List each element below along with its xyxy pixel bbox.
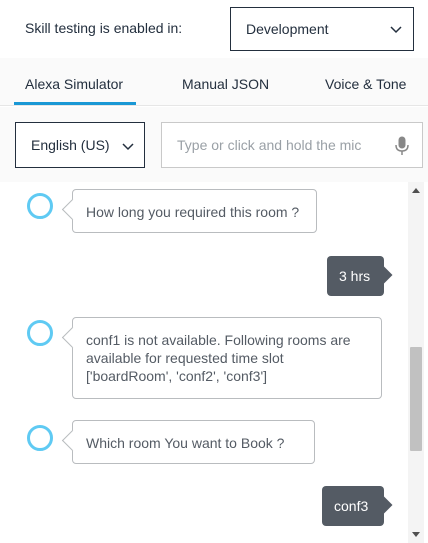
user-message-text: conf3 <box>334 498 369 514</box>
active-tab-indicator <box>14 102 136 105</box>
alexa-ring-icon <box>27 425 53 451</box>
microphone-icon[interactable] <box>395 136 409 156</box>
environment-value: Development <box>246 21 329 37</box>
language-value: English (US) <box>31 137 110 153</box>
tab-manual-json[interactable]: Manual JSON <box>182 76 269 92</box>
language-select[interactable]: English (US) <box>15 122 145 168</box>
user-message: conf3 <box>322 486 384 526</box>
tab-voice-and-tone[interactable]: Voice & Tone <box>325 76 406 92</box>
user-message: 3 hrs <box>327 256 384 296</box>
alexa-message-text: Which room You want to Book ? <box>86 435 285 451</box>
conversation-panel: How long you required this room ? 3 hrs … <box>15 182 423 543</box>
user-message-text: 3 hrs <box>339 268 371 284</box>
chat-scrollbar[interactable] <box>408 182 424 543</box>
alexa-message: Which room You want to Book ? <box>72 420 315 464</box>
scrollbar-thumb[interactable] <box>410 347 422 451</box>
scroll-up-arrow[interactable] <box>412 188 420 193</box>
alexa-ring-icon <box>27 193 53 219</box>
environment-select[interactable]: Development <box>230 7 414 51</box>
tab-alexa-simulator[interactable]: Alexa Simulator <box>25 76 123 92</box>
simulator-tabs: Alexa Simulator Manual JSON Voice & Tone <box>0 58 428 106</box>
alexa-message: How long you required this room ? <box>72 189 317 233</box>
alexa-ring-icon <box>27 320 53 346</box>
utterance-bar: English (US) <box>0 107 428 182</box>
alexa-message-text: How long you required this room ? <box>86 204 300 220</box>
alexa-message-line: ['boardRoom', 'conf2', 'conf3'] <box>86 368 268 384</box>
chevron-down-icon <box>390 26 402 34</box>
alexa-message-line: available for requested time slot <box>86 350 284 366</box>
alexa-message-line: conf1 is not available. Following rooms … <box>86 332 351 348</box>
utterance-field <box>161 122 423 168</box>
skill-testing-bar: Skill testing is enabled in: Development <box>0 0 428 58</box>
scroll-down-arrow[interactable] <box>412 532 420 537</box>
utterance-input[interactable] <box>162 123 382 167</box>
chevron-down-icon <box>122 143 134 151</box>
skill-testing-label: Skill testing is enabled in: <box>25 20 183 36</box>
alexa-message: conf1 is not available. Following rooms … <box>72 317 382 399</box>
